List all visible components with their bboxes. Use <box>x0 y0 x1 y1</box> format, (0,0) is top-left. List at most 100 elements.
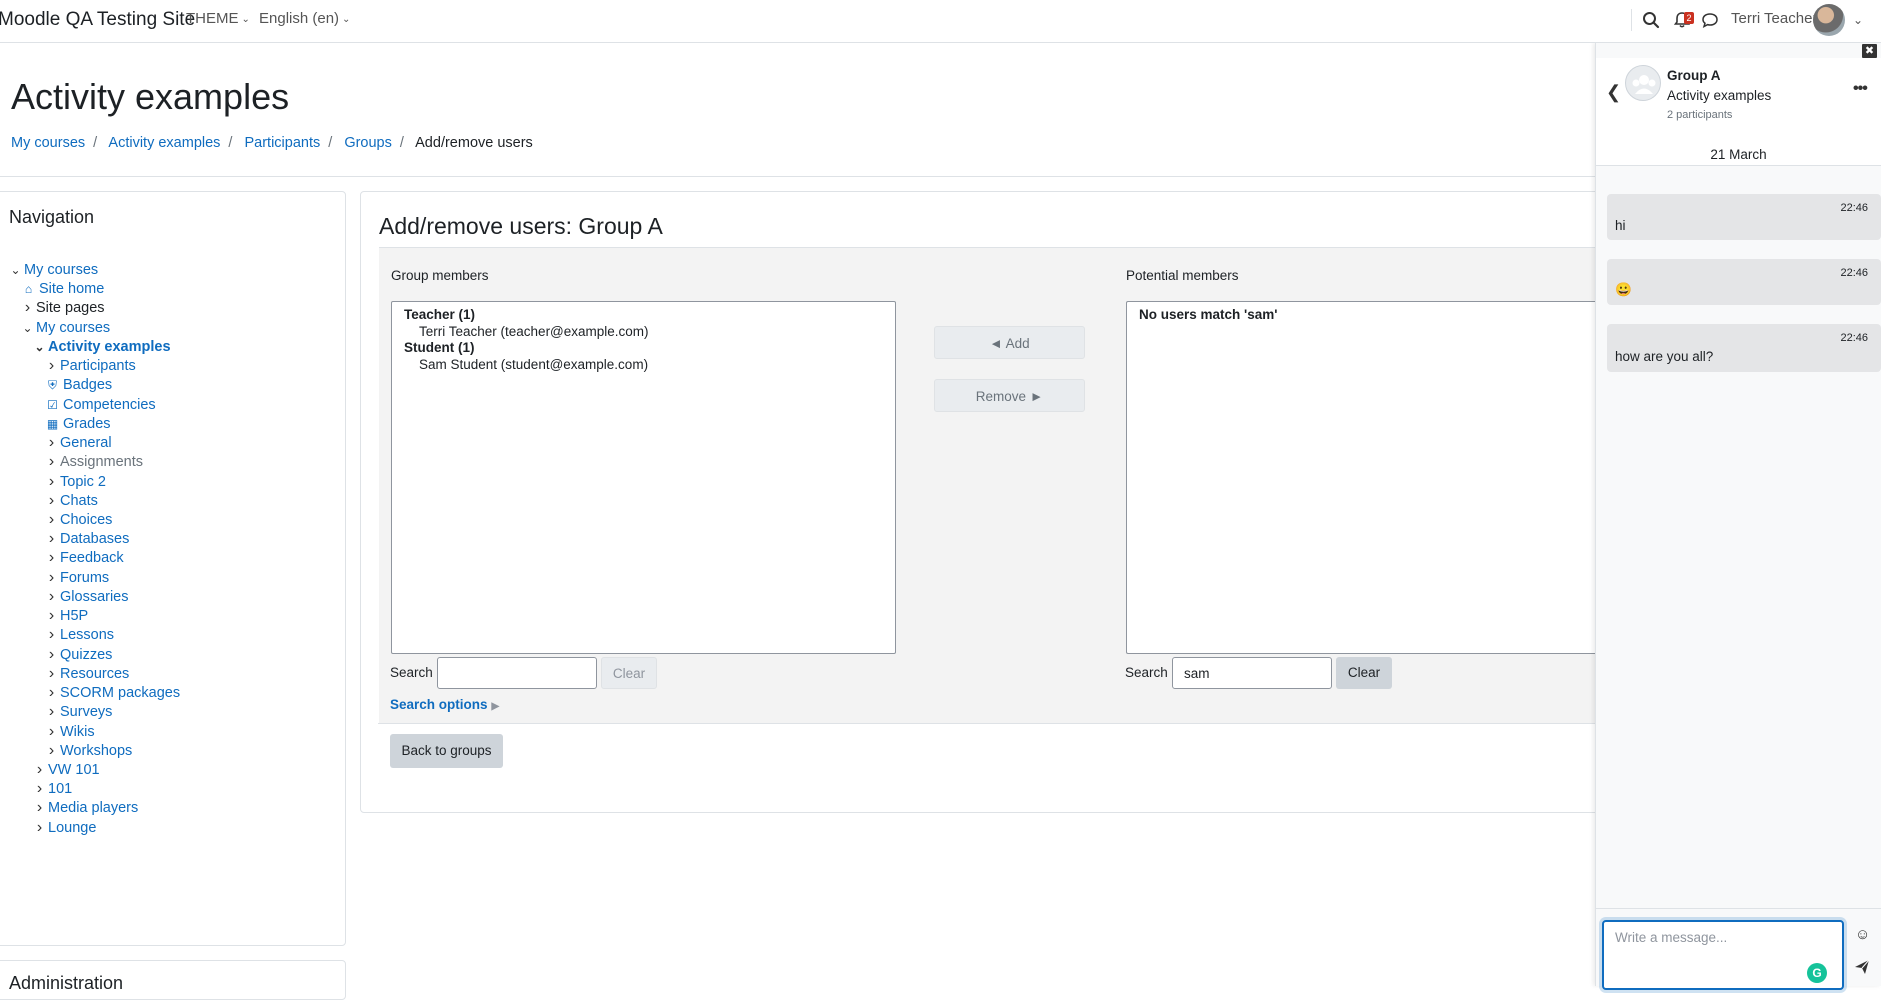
theme-menu[interactable]: THEME ⌄ <box>186 10 250 27</box>
nav-tree-item[interactable]: › Chats <box>45 491 98 511</box>
chevron-right-icon[interactable]: › <box>45 510 58 530</box>
nav-tree-item[interactable]: › Participants <box>45 356 136 376</box>
message-icon[interactable] <box>1700 10 1720 30</box>
back-to-groups-button[interactable]: Back to groups <box>390 734 503 768</box>
nav-tree-item[interactable]: › Surveys <box>45 702 113 722</box>
nav-tree-item-label[interactable]: Participants <box>60 358 136 374</box>
back-arrow-icon[interactable]: ❮ <box>1606 82 1621 103</box>
chevron-right-icon[interactable]: › <box>33 818 46 838</box>
nav-tree-item-label[interactable]: Competencies <box>63 397 156 413</box>
nav-tree-item[interactable]: › Workshops <box>45 741 132 761</box>
chevron-right-icon[interactable]: › <box>45 356 58 376</box>
chevron-down-icon[interactable]: ⌄ <box>21 318 34 338</box>
nav-tree-item[interactable]: › Media players <box>33 798 138 818</box>
language-menu[interactable]: English (en) ⌄ <box>259 10 350 27</box>
nav-tree-item[interactable]: ⌂ Site home <box>21 279 104 299</box>
chevron-right-icon[interactable]: › <box>45 472 58 492</box>
send-icon[interactable] <box>1854 959 1870 975</box>
nav-tree-item[interactable]: ☑ Competencies <box>45 395 156 415</box>
right-search-input[interactable] <box>1172 657 1332 689</box>
nav-tree-item-label[interactable]: Lessons <box>60 627 114 643</box>
remove-button[interactable]: Remove ► <box>934 379 1085 412</box>
chevron-right-icon[interactable]: › <box>45 683 58 703</box>
nav-tree-item[interactable]: › Assignments <box>45 452 143 472</box>
nav-tree-item-label[interactable]: My courses <box>24 262 98 278</box>
nav-tree-item-label[interactable]: H5P <box>60 608 88 624</box>
chevron-down-icon[interactable]: ⌄ <box>9 260 22 280</box>
breadcrumb-activity-examples[interactable]: Activity examples <box>108 135 220 151</box>
breadcrumb-my-courses[interactable]: My courses <box>11 135 85 151</box>
search-options-toggle[interactable]: Search options ▶ <box>390 697 499 712</box>
nav-tree-item-label[interactable]: Forums <box>60 570 109 586</box>
message-input[interactable]: Write a message... G <box>1602 920 1844 990</box>
nav-tree-item-label[interactable]: Workshops <box>60 743 132 759</box>
nav-tree-item[interactable]: › Resources <box>45 664 129 684</box>
nav-tree-item-label[interactable]: Chats <box>60 493 98 509</box>
nav-tree-item-label[interactable]: Quizzes <box>60 647 112 663</box>
search-icon[interactable] <box>1641 10 1661 30</box>
chevron-right-icon[interactable]: › <box>33 779 46 799</box>
chevron-right-icon[interactable]: › <box>45 548 58 568</box>
nav-tree-item-label[interactable]: Grades <box>63 416 111 432</box>
nav-tree-item-label[interactable]: Activity examples <box>48 339 171 355</box>
potential-members-listbox[interactable]: No users match 'sam' <box>1126 301 1602 654</box>
breadcrumb-groups[interactable]: Groups <box>344 135 392 151</box>
more-options-icon[interactable]: ••• <box>1853 80 1868 98</box>
chevron-down-icon[interactable]: ⌄ <box>1853 13 1863 27</box>
nav-tree-item-label[interactable]: Media players <box>48 800 138 816</box>
nav-tree-item[interactable]: ⌄ My courses <box>9 260 98 280</box>
nav-tree-item[interactable]: › H5P <box>45 606 88 626</box>
member-option-teacher[interactable]: Terri Teacher (teacher@example.com) <box>419 324 649 339</box>
nav-tree-item[interactable]: ▦ Grades <box>45 414 111 434</box>
nav-tree-item-label[interactable]: General <box>60 435 112 451</box>
member-option-student[interactable]: Sam Student (student@example.com) <box>419 357 648 372</box>
nav-tree-item[interactable]: › Topic 2 <box>45 472 106 492</box>
chevron-right-icon[interactable]: › <box>45 606 58 626</box>
left-search-input[interactable] <box>437 657 597 689</box>
chevron-right-icon[interactable]: › <box>45 587 58 607</box>
left-clear-button[interactable]: Clear <box>601 657 657 689</box>
chevron-right-icon[interactable]: › <box>45 491 58 511</box>
right-clear-button[interactable]: Clear <box>1336 657 1392 689</box>
add-button[interactable]: ◄ Add <box>934 326 1085 359</box>
nav-tree-item-label[interactable]: Surveys <box>60 704 112 720</box>
chevron-right-icon[interactable]: › <box>45 529 58 549</box>
nav-tree-item-label[interactable]: Topic 2 <box>60 474 106 490</box>
nav-tree-item-label[interactable]: Feedback <box>60 550 124 566</box>
breadcrumb-participants[interactable]: Participants <box>244 135 320 151</box>
nav-tree-item[interactable]: ⌄ My courses <box>21 318 110 338</box>
nav-tree-item-label[interactable]: Choices <box>60 512 112 528</box>
nav-tree-item-label[interactable]: VW 101 <box>48 762 100 778</box>
nav-tree-item[interactable]: › Wikis <box>45 722 95 742</box>
chevron-right-icon[interactable]: › <box>45 702 58 722</box>
nav-tree-item-label[interactable]: Databases <box>60 531 129 547</box>
nav-tree-item-label[interactable]: Wikis <box>60 724 95 740</box>
nav-tree-item-label[interactable]: Resources <box>60 666 129 682</box>
nav-tree-item[interactable]: › General <box>45 433 112 453</box>
nav-tree-item[interactable]: › 101 <box>33 779 72 799</box>
chevron-down-icon[interactable]: ⌄ <box>33 337 46 357</box>
emoji-icon[interactable]: ☺ <box>1855 926 1870 943</box>
grammarly-icon[interactable]: G <box>1807 963 1827 983</box>
nav-tree-item[interactable]: › Feedback <box>45 548 124 568</box>
chevron-right-icon[interactable]: › <box>45 741 58 761</box>
chevron-right-icon[interactable]: › <box>45 568 58 588</box>
nav-tree-item-label[interactable]: Glossaries <box>60 589 129 605</box>
nav-tree-item[interactable]: › Forums <box>45 568 109 588</box>
chevron-right-icon[interactable]: › <box>45 722 58 742</box>
nav-tree-item[interactable]: › Lounge <box>33 818 97 838</box>
chevron-right-icon[interactable]: › <box>45 625 58 645</box>
chevron-right-icon[interactable]: › <box>45 433 58 453</box>
nav-tree-item[interactable]: › Site pages <box>21 298 105 318</box>
nav-tree-item-label[interactable]: My courses <box>36 320 110 336</box>
user-name[interactable]: Terri Teacher <box>1731 10 1817 27</box>
nav-tree-item[interactable]: › Databases <box>45 529 130 549</box>
nav-tree-item[interactable]: › Quizzes <box>45 645 113 665</box>
nav-tree-item[interactable]: › Lessons <box>45 625 114 645</box>
close-icon[interactable]: ✖ <box>1862 44 1877 58</box>
chevron-right-icon[interactable]: › <box>45 664 58 684</box>
nav-tree-item-label[interactable]: Site home <box>39 281 104 297</box>
nav-tree-item[interactable]: ⛨ Badges <box>45 375 112 395</box>
chevron-right-icon[interactable]: › <box>33 798 46 818</box>
chevron-right-icon[interactable]: › <box>45 645 58 665</box>
